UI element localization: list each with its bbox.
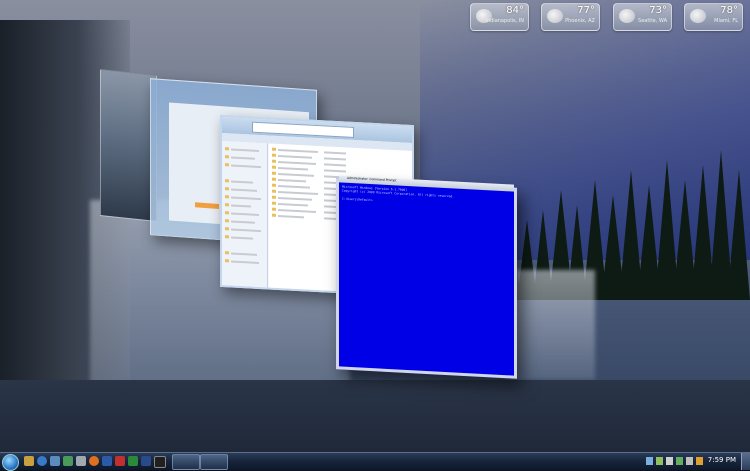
folder-icon <box>272 171 276 175</box>
tray-app-icon[interactable] <box>676 457 683 465</box>
app-icon[interactable] <box>63 456 73 466</box>
word-icon[interactable] <box>102 456 112 466</box>
volume-icon[interactable] <box>686 457 693 465</box>
page-banner <box>195 202 219 209</box>
weather-city: Phoenix, AZ <box>565 18 595 24</box>
folder-icon <box>225 235 229 239</box>
folder-icon <box>225 227 229 231</box>
weather-gadget[interactable]: 77° Phoenix, AZ <box>541 3 600 31</box>
command-prompt-window[interactable]: Administrator: Command Prompt Microsoft … <box>336 175 517 379</box>
folder-icon <box>272 195 276 199</box>
network-icon[interactable] <box>646 457 653 465</box>
weather-gadget[interactable]: 78° Miami, FL <box>684 3 743 31</box>
folder-icon <box>272 201 276 205</box>
folder-icon <box>272 147 276 151</box>
cloud-icon <box>619 9 635 23</box>
excel-icon[interactable] <box>128 456 138 466</box>
tray-app-icon[interactable] <box>656 457 663 465</box>
weather-city: Miami, FL <box>714 18 738 24</box>
folder-icon <box>272 153 276 157</box>
folder-icon <box>225 187 229 191</box>
taskbar-button[interactable] <box>200 454 228 470</box>
weather-temp: 84° <box>506 5 524 16</box>
folder-icon <box>225 155 229 159</box>
navigation-pane[interactable] <box>222 141 268 288</box>
taskbar-button-active[interactable] <box>172 454 200 470</box>
media-icon[interactable] <box>50 456 60 466</box>
weather-temp: 77° <box>577 5 595 16</box>
folder-icon <box>225 179 229 183</box>
clock[interactable]: 7:59 PM <box>708 456 736 464</box>
folder-icon <box>272 165 276 169</box>
folder-icon <box>225 147 229 151</box>
folder-icon[interactable] <box>24 456 34 466</box>
tray-app-icon[interactable] <box>696 457 703 465</box>
folder-icon <box>225 251 229 255</box>
desktop[interactable]: 84° Indianapolis, IN 77° Phoenix, AZ 73°… <box>0 0 750 452</box>
folder-icon <box>272 213 276 217</box>
folder-icon <box>225 163 229 167</box>
show-desktop-button[interactable] <box>741 453 750 470</box>
weather-temp: 73° <box>649 5 667 16</box>
folder-icon <box>272 189 276 193</box>
weather-city: Indianapolis, IN <box>485 18 524 24</box>
weather-temp: 78° <box>720 5 738 16</box>
console-prompt[interactable]: C:\Users\Default> <box>342 197 373 203</box>
weather-gadget[interactable]: 84° Indianapolis, IN <box>470 3 529 31</box>
start-button[interactable] <box>2 454 19 471</box>
taskbar: 7:59 PM <box>0 452 750 471</box>
folder-icon <box>225 211 229 215</box>
cmd-icon[interactable] <box>154 456 166 468</box>
firefox-icon[interactable] <box>89 456 99 466</box>
folder-icon <box>225 195 229 199</box>
tray-app-icon[interactable] <box>666 457 673 465</box>
photoshop-icon[interactable] <box>141 456 151 466</box>
system-tray: 7:59 PM <box>640 453 750 470</box>
cloud-icon <box>547 9 563 23</box>
folder-icon <box>272 159 276 163</box>
app-icon[interactable] <box>76 456 86 466</box>
weather-city: Seattle, WA <box>638 18 667 24</box>
app-icon[interactable] <box>115 456 125 466</box>
weather-gadget[interactable]: 73° Seattle, WA <box>613 3 672 31</box>
folder-icon <box>225 203 229 207</box>
folder-icon <box>272 183 276 187</box>
folder-icon <box>225 259 229 263</box>
cloud-icon <box>690 9 706 23</box>
folder-icon <box>272 207 276 211</box>
photo-viewer-window[interactable] <box>100 69 157 222</box>
folder-icon <box>225 219 229 223</box>
ie-icon[interactable] <box>37 456 47 466</box>
folder-icon <box>272 177 276 181</box>
